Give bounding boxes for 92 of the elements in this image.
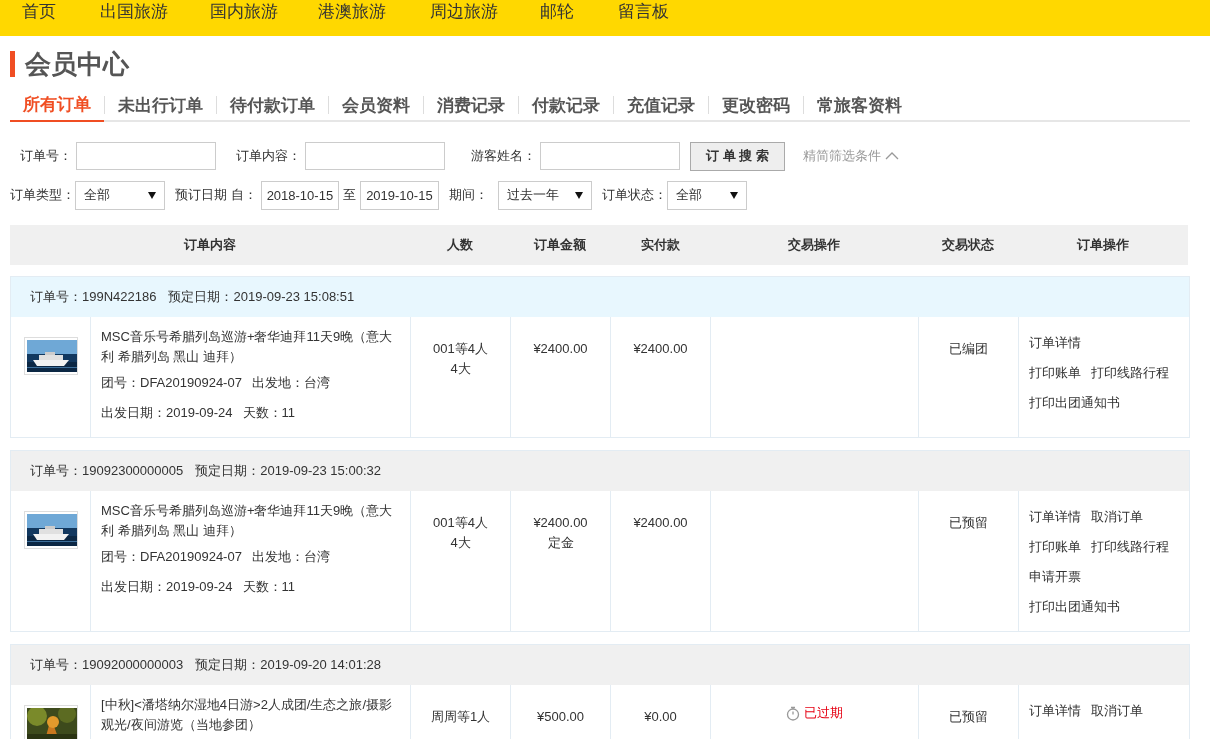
- order-status: 已编团: [949, 341, 988, 356]
- order-action-link[interactable]: 订单详情: [1029, 507, 1081, 527]
- people-count: 4大: [450, 361, 471, 376]
- order-number: 订单号：19092300000005: [30, 462, 184, 481]
- nav-link[interactable]: 邮轮: [540, 0, 618, 24]
- order-amount: ¥2400.00: [533, 341, 588, 356]
- people-count: 001等4人: [433, 341, 488, 356]
- tab[interactable]: 付款记录: [519, 90, 613, 122]
- booking-date: 预定日期：2019-09-20 14:01:28: [195, 656, 381, 675]
- order-action-link[interactable]: 打印出团通知书: [1029, 393, 1120, 413]
- order-status: 已预留: [949, 709, 988, 724]
- people-count: 周周等1人: [430, 709, 491, 724]
- order-action-link[interactable]: 打印线路行程: [1091, 537, 1169, 557]
- nav-link[interactable]: 留言板: [618, 0, 698, 24]
- order-status: 已预留: [949, 515, 988, 530]
- field-label: 期间：: [448, 186, 488, 205]
- tour-title-link[interactable]: MSC音乐号希腊列岛巡游+奢华迪拜11天9晚（意大利 希腊列岛 黑山 迪拜）: [101, 327, 398, 367]
- tour-title-link[interactable]: MSC音乐号希腊列岛巡游+奢华迪拜11天9晚（意大利 希腊列岛 黑山 迪拜）: [101, 501, 398, 541]
- expired-status: 已过期: [804, 704, 843, 723]
- column-header: 订单金额: [534, 237, 586, 253]
- field-label: 订单状态：: [601, 186, 667, 205]
- departure-place: 出发地：台湾: [251, 374, 330, 392]
- date-field[interactable]: 2018-10-15: [260, 180, 340, 210]
- tab[interactable]: 未出行订单: [105, 90, 216, 122]
- date-field[interactable]: 2019-10-15: [360, 180, 439, 210]
- column-header: 交易操作: [788, 237, 840, 253]
- nav-link[interactable]: 国内旅游: [210, 0, 318, 24]
- tab[interactable]: 充值记录: [614, 90, 708, 122]
- nav-link[interactable]: 周边旅游: [430, 0, 540, 24]
- column-header: 订单操作: [1077, 237, 1129, 253]
- column-header: 人数: [447, 237, 473, 253]
- order-action-link[interactable]: 订单详情: [1029, 333, 1081, 353]
- trip-days: 天数：11: [242, 577, 295, 597]
- caret-icon: [148, 191, 156, 199]
- tab[interactable]: 待付款订单: [217, 90, 328, 122]
- caret-icon: [729, 191, 738, 199]
- field-label: 订单内容：: [236, 147, 301, 166]
- nav-link[interactable]: 港澳旅游: [318, 0, 430, 24]
- search-button[interactable]: 订 单 搜 索: [690, 141, 785, 171]
- field-label: 至: [343, 186, 357, 205]
- order-amount: ¥500.00: [537, 709, 584, 724]
- tab[interactable]: 所有订单: [10, 90, 104, 122]
- tab[interactable]: 会员资料: [329, 90, 423, 122]
- people-count: 4大: [450, 535, 471, 550]
- input-field[interactable]: [540, 142, 680, 170]
- nav-link[interactable]: 首页: [22, 0, 100, 24]
- group-number: 团号：DFA20190924-07: [101, 374, 242, 392]
- caret-icon: [574, 191, 583, 199]
- departure-place: 出发地：台湾: [251, 548, 330, 566]
- order-action-link[interactable]: 打印账单: [1029, 537, 1081, 557]
- column-header: 订单内容: [184, 237, 236, 253]
- stopwatch-icon: [786, 705, 800, 721]
- order-amount: ¥2400.00: [533, 515, 588, 530]
- order-action-link[interactable]: 打印出团通知书: [1029, 597, 1120, 617]
- order-number: 订单号：199N422186: [30, 288, 157, 307]
- field-label: 游客姓名：: [471, 147, 536, 166]
- tab[interactable]: 消费记录: [424, 90, 518, 122]
- order-number: 订单号：19092000000003: [30, 656, 184, 675]
- tab[interactable]: 更改密码: [709, 90, 803, 122]
- trip-days: 天数：11: [242, 403, 295, 423]
- input-field[interactable]: [305, 142, 445, 170]
- dropdown[interactable]: 全部: [666, 180, 747, 210]
- page-title: 会员中心: [25, 47, 129, 81]
- order-action-link[interactable]: 打印线路行程: [1091, 363, 1169, 383]
- tour-title-link[interactable]: [中秋]<潘塔纳尔湿地4日游>2人成团/生态之旅/摄影观光/夜间游览（当地参团）: [101, 695, 398, 735]
- order-amount: 定金: [547, 535, 574, 550]
- field-label: 订单类型：: [10, 186, 75, 205]
- dropdown[interactable]: 过去一年: [497, 180, 592, 210]
- dropdown[interactable]: 全部: [75, 180, 165, 210]
- order-action-link[interactable]: 取消订单: [1091, 507, 1143, 527]
- group-number: 团号：DFA20190924-07: [101, 548, 242, 566]
- nav-link[interactable]: 出国旅游: [100, 0, 210, 24]
- departure-date: 出发日期：2019-09-24: [101, 578, 233, 596]
- tab[interactable]: 常旅客资料: [804, 90, 915, 122]
- order-action-link[interactable]: 订单详情: [1029, 701, 1081, 721]
- departure-date: 出发日期：2019-09-24: [101, 404, 233, 422]
- column-header: 实付款: [640, 237, 680, 253]
- paid-amount: ¥2400.00: [633, 341, 688, 356]
- column-header: 交易状态: [942, 237, 994, 253]
- field-label: 订单号：: [20, 147, 72, 166]
- title-accent-bar: [10, 51, 15, 77]
- chevron-up-icon[interactable]: [885, 152, 899, 160]
- people-count: 001等4人: [433, 515, 488, 530]
- paid-amount: ¥0.00: [644, 709, 677, 724]
- order-action-link[interactable]: 打印账单: [1029, 363, 1081, 383]
- order-action-link[interactable]: 申请开票: [1029, 567, 1081, 587]
- order-action-link[interactable]: 取消订单: [1091, 701, 1143, 721]
- paid-amount: ¥2400.00: [633, 515, 688, 530]
- field-label: 预订日期 自：: [175, 186, 257, 205]
- booking-date: 预定日期：2019-09-23 15:08:51: [168, 288, 355, 307]
- booking-date: 预定日期：2019-09-23 15:00:32: [195, 462, 381, 481]
- input-field[interactable]: [76, 142, 216, 170]
